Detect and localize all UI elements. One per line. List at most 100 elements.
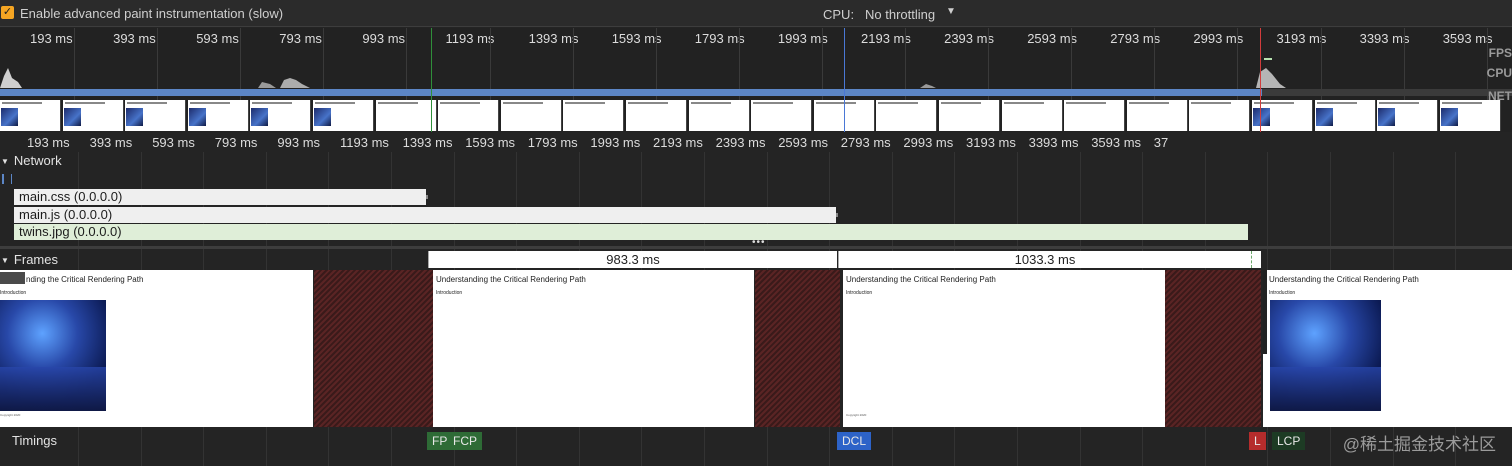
thumbnail-image [1378,108,1396,126]
ruler-tick-label: 393 ms [89,135,133,150]
filmstrip-thumbnail[interactable] [62,100,124,131]
frame-overlay [0,272,25,284]
ruler-tick-label: 1193 ms [445,31,495,46]
filmstrip-thumbnail[interactable] [1314,100,1376,131]
ruler-tick-label: 2993 ms [1193,31,1244,46]
chevron-down-icon[interactable]: ▼ [946,6,956,17]
thumbnail-text [1003,102,1044,104]
ruler-tick-label: 1593 ms [465,135,516,150]
network-request-tiny[interactable] [2,174,12,184]
filmstrip-thumbnail[interactable] [1001,100,1063,131]
thumbnail-text [1191,102,1232,104]
ruler-tick-label: 193 ms [27,135,70,150]
thumbnail-text [1379,102,1420,104]
screenshot-intro: Introduction [0,290,27,296]
load-marker[interactable]: L [1249,432,1266,450]
thumbnail-text [502,102,543,104]
filmstrip-thumbnail[interactable] [438,100,500,131]
dcl-marker[interactable]: DCL [837,432,872,450]
filmstrip-thumbnail[interactable] [1252,100,1313,131]
network-overview-bar [0,89,1262,96]
network-request-main-js[interactable]: main.js (0.0.0.0) [14,207,838,223]
ruler-tick-label: 793 ms [279,31,322,46]
ruler-tick-label: 1393 ms [402,135,453,150]
ruler-tick-label: 3393 ms [1359,31,1410,46]
screenshot-intro: Introduction [436,290,463,296]
expand-triangle-icon[interactable]: ▼ [1,157,9,166]
network-request-twins-jpg[interactable]: twins.jpg (0.0.0.0) [14,224,1248,240]
filmstrip-thumbnail[interactable] [1377,100,1439,131]
filmstrip-thumbnail[interactable] [626,100,687,131]
resize-handle-icon[interactable]: ••• [752,237,766,248]
thumbnail-text [878,102,919,104]
thumbnail-text [189,102,230,104]
fcp-marker[interactable]: FCP [448,432,482,450]
advanced-paint-checkbox[interactable]: ✓ [1,6,14,19]
cpu-track-label: CPU [1486,66,1512,80]
filmstrip-thumbnail[interactable] [751,100,813,131]
screenshot-intro: Introduction [1269,290,1296,296]
filmstrip-thumbnail[interactable] [0,100,61,131]
thumbnail-text [1128,102,1169,104]
filmstrip-thumbnail[interactable] [313,100,374,131]
cpu-activity-graph [0,58,1286,88]
ruler-tick-label: 1793 ms [694,31,745,46]
thumbnail-text [64,102,105,104]
dropped-frame[interactable] [755,270,840,427]
thumbnail-text [377,102,418,104]
fps-track-label: FPS [1488,46,1512,60]
timings-label[interactable]: Timings [12,433,57,448]
filmstrip-thumbnail[interactable] [688,100,750,131]
filmstrip-thumbnail[interactable] [187,100,249,131]
cpu-throttling-select[interactable]: No throttling [865,7,935,22]
filmstrip-thumbnail[interactable] [939,100,1000,131]
filmstrip-thumbnail[interactable] [563,100,625,131]
network-request-main-css[interactable]: main.css (0.0.0.0) [14,189,428,205]
thumbnail-image [1,108,18,126]
frame-screenshot-2[interactable]: Understanding the Critical Rendering Pat… [433,270,754,427]
lcp-marker[interactable]: LCP [1272,432,1306,450]
frame-screenshot-1[interactable]: nding the Critical Rendering Path Introd… [0,270,313,427]
ruler-tick-label: 2593 ms [778,135,829,150]
screenshot-title: Understanding the Critical Rendering Pat… [436,275,586,284]
filmstrip-thumbnail[interactable] [1126,100,1188,131]
frame-duration-2[interactable]: 1033.3 ms [838,251,1251,268]
request-label: twins.jpg (0.0.0.0) [19,224,122,239]
filmstrip-thumbnail[interactable] [500,100,562,131]
toolbar: ✓ Enable advanced paint instrumentation … [0,0,1512,27]
frames-section-header[interactable]: ▼ Frames [1,252,58,267]
filmstrip-thumbnail[interactable] [1189,100,1251,131]
filmstrip-thumbnail[interactable] [250,100,312,131]
ruler-tick-label: 993 ms [362,31,406,46]
thumbnail-text [815,102,856,104]
ruler-tick-label: 593 ms [152,135,195,150]
dropped-frame[interactable] [1165,270,1261,427]
advanced-paint-label[interactable]: Enable advanced paint instrumentation (s… [20,6,283,21]
filmstrip-thumbnail[interactable] [1064,100,1126,131]
ruler-tick-label: 2793 ms [840,135,891,150]
city-image [1270,300,1381,411]
ruler-tick-label: 193 ms [30,31,73,46]
filmstrip-thumbnail[interactable] [1439,100,1501,131]
frame-duration-1[interactable]: 983.3 ms [428,251,837,268]
filmstrip-thumbnail[interactable] [375,100,437,131]
thumbnail-image [126,108,144,126]
network-section-header[interactable]: ▼ Network [1,153,62,168]
dropped-frame[interactable] [314,270,433,427]
main-ruler: 193 ms 393 ms 593 ms 793 ms 993 ms 1193 ms 139… [0,132,1512,152]
thumbnail-image [251,108,269,126]
frame-screenshot-4[interactable]: Understanding the Critical Rendering Pat… [1263,270,1512,427]
filmstrip-thumbnail[interactable] [125,100,187,131]
frames-label: Frames [13,252,58,267]
network-label: Network [13,153,62,168]
expand-triangle-icon[interactable]: ▼ [1,256,9,265]
filmstrip-thumbnail[interactable] [876,100,938,131]
frame-screenshot-3[interactable]: Understanding the Critical Rendering Pat… [843,270,1165,427]
ruler-tick-label: 1593 ms [611,31,662,46]
thumbnail-text [941,102,981,104]
ruler-tick-label: 2993 ms [903,135,954,150]
filmstrip[interactable] [0,100,1512,132]
frame-duration-3[interactable] [1251,251,1261,268]
ruler-tick-label: 593 ms [196,31,239,46]
timeline-overview[interactable]: 193 ms 393 ms 593 ms 793 ms 993 ms 1193 ms 139… [0,28,1512,132]
